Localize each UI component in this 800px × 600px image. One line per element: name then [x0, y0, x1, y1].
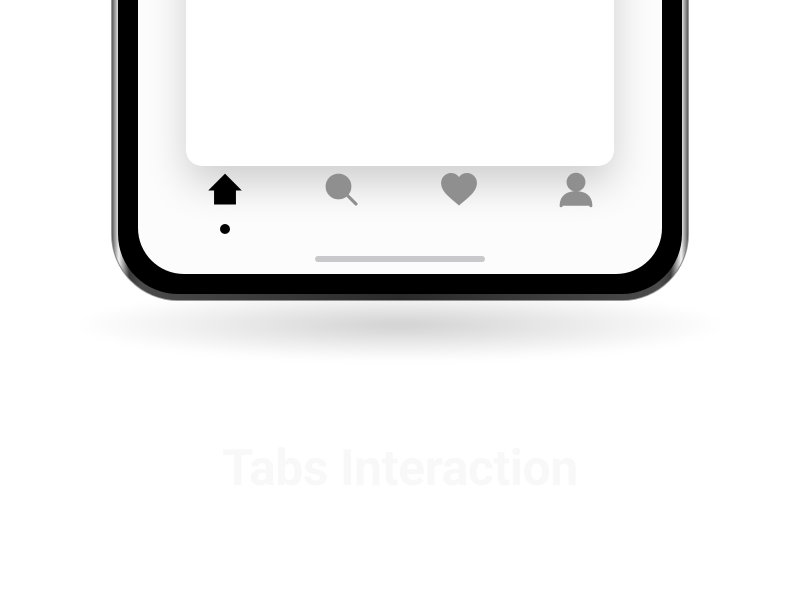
heart-icon [438, 169, 480, 211]
person-icon [555, 169, 597, 211]
home-icon [204, 169, 246, 211]
phone-frame [112, 0, 688, 300]
tab-home[interactable] [193, 158, 257, 222]
tab-search[interactable] [310, 158, 374, 222]
search-icon [321, 169, 363, 211]
tab-likes[interactable] [427, 158, 491, 222]
floor-shadow [80, 290, 720, 360]
ios-home-indicator[interactable] [315, 256, 485, 262]
phone-inner-frame [118, 0, 682, 294]
content-card [186, 0, 614, 166]
bottom-tab-bar [138, 148, 662, 232]
page-title: Tabs Interaction [0, 440, 800, 498]
phone-screen [138, 0, 662, 274]
tab-profile[interactable] [544, 158, 608, 222]
active-tab-indicator-dot [220, 224, 230, 234]
